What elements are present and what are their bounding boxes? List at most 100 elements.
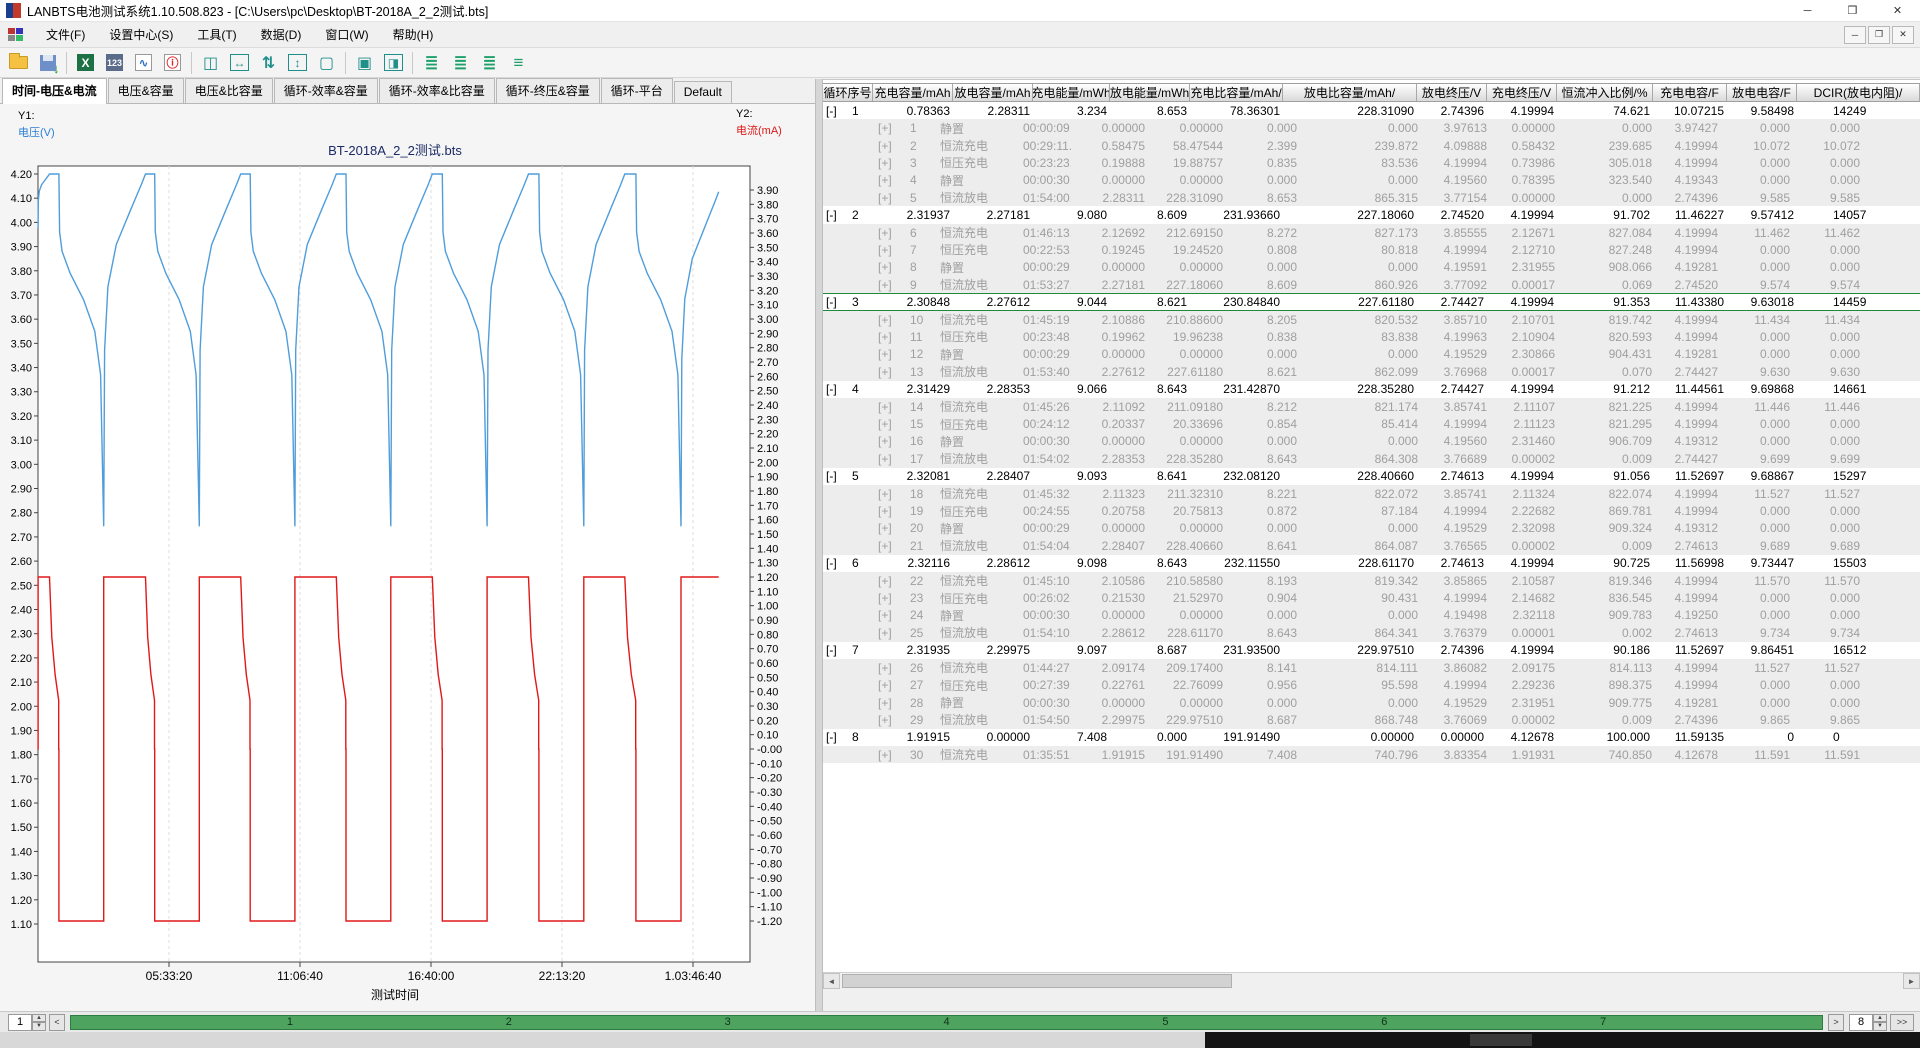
expand-icon[interactable]: [+] (878, 434, 908, 448)
cycle-row-1[interactable]: [-]10.783632.283113.2348.65378.36301228.… (823, 102, 1920, 119)
scale-y-icon[interactable]: ⇅ (255, 50, 282, 75)
split-vertical-icon[interactable]: ▣ (351, 50, 378, 75)
menu-item-3[interactable]: 数据(D) (249, 22, 314, 47)
column-header-12[interactable]: DCIR(放电内阻)/ (1797, 84, 1920, 101)
calculator-icon[interactable]: 123 (101, 50, 128, 75)
step-row-28[interactable]: [+]28静置00:00:30.30.000000.000000.0000.00… (823, 694, 1920, 711)
cycle-range-track[interactable]: 1234567 (70, 1015, 1823, 1030)
scroll-right-icon[interactable]: ► (1903, 973, 1920, 989)
step-row-23[interactable]: [+]23恒压充电00:26:02.40.2153021.529700.9049… (823, 589, 1920, 606)
expand-icon[interactable]: [+] (878, 678, 908, 692)
tab-0[interactable]: 时间-电压&电流 (2, 78, 107, 104)
expand-icon[interactable]: [+] (878, 121, 908, 135)
collapse-icon[interactable]: [-] (826, 730, 852, 744)
step-row-16[interactable]: [+]16静置00:00:30.30.000000.000000.0000.00… (823, 433, 1920, 450)
step-row-25[interactable]: [+]25恒流放电01:54:10.02.28612228.611708.643… (823, 624, 1920, 641)
last-cycle-spinner[interactable]: 8 ▲▼ (1849, 1014, 1887, 1031)
report-icon[interactable]: ⓘ (159, 50, 186, 75)
next-cycle-button[interactable]: > (1828, 1014, 1844, 1031)
step-row-30[interactable]: [+]30恒流充电01:35:51.71.91915191.914907.408… (823, 746, 1920, 763)
menu-item-5[interactable]: 帮助(H) (381, 22, 446, 47)
expand-icon[interactable]: [+] (878, 608, 908, 622)
step-row-5[interactable]: [+]5恒流放电01:54:00.42.28311228.310908.6538… (823, 189, 1920, 206)
close-button[interactable]: ✕ (1875, 0, 1920, 22)
expand-icon[interactable]: [+] (878, 661, 908, 675)
pane-splitter[interactable] (815, 79, 823, 1011)
spin-up-icon[interactable]: ▲ (1873, 1014, 1887, 1023)
step-row-14[interactable]: [+]14恒流充电01:45:26.02.11092211.091808.212… (823, 398, 1920, 415)
spin-down-icon[interactable]: ▼ (32, 1022, 46, 1031)
step-row-13[interactable]: [+]13恒流放电01:53:40.62.27612227.611808.621… (823, 363, 1920, 380)
menu-item-1[interactable]: 设置中心(S) (97, 22, 185, 47)
column-header-11[interactable]: 放电电容/F (1727, 84, 1797, 101)
tab-1[interactable]: 电压&容量 (108, 78, 184, 103)
collapse-icon[interactable]: [-] (826, 643, 852, 657)
expand-icon[interactable]: [+] (878, 173, 908, 187)
expand-icon[interactable]: [+] (878, 365, 908, 379)
step-row-15[interactable]: [+]15恒压充电00:24:12.20.2033720.336960.8548… (823, 415, 1920, 432)
step-row-11[interactable]: [+]11恒压充电00:23:48.70.1996219.962380.8388… (823, 328, 1920, 345)
cycle-row-4[interactable]: [-]42.314292.283539.0668.643231.42870228… (823, 381, 1920, 398)
tab-3[interactable]: 循环-效率&容量 (274, 78, 378, 103)
chart-plot[interactable]: 05:33:2011:06:4016:40:0022:13:201.03:46:… (0, 104, 815, 984)
grid-rows-icon[interactable]: ≡ (505, 50, 532, 75)
column-header-6[interactable]: 放电比容量/mAh/ (1283, 84, 1417, 101)
step-row-1[interactable]: [+]1静置00:00:09.90.000000.000000.0000.000… (823, 119, 1920, 136)
column-header-4[interactable]: 放电能量/mWh (1110, 84, 1190, 101)
mdi-restore-button[interactable]: ❒ (1868, 26, 1890, 44)
scrollbar-thumb[interactable] (842, 974, 1232, 988)
spin-up-icon[interactable]: ▲ (32, 1014, 46, 1023)
expand-icon[interactable]: [+] (878, 191, 908, 205)
grid-medium-icon[interactable]: ≣ (447, 50, 474, 75)
menu-item-4[interactable]: 窗口(W) (313, 22, 380, 47)
collapse-icon[interactable]: [-] (826, 104, 852, 118)
cycle-row-8[interactable]: [-]81.919150.000007.4080.000191.914900.0… (823, 729, 1920, 746)
step-row-2[interactable]: [+]2恒流充电00:29:11.90.5847558.475442.39923… (823, 137, 1920, 154)
step-row-20[interactable]: [+]20静置00:00:29.80.000000.000000.0000.00… (823, 520, 1920, 537)
open-file-icon[interactable] (5, 50, 32, 75)
column-header-5[interactable]: 充电比容量/mAh/ (1190, 84, 1283, 101)
expand-icon[interactable]: [+] (878, 574, 908, 588)
zoom-region-icon[interactable]: ▢ (313, 50, 340, 75)
step-row-18[interactable]: [+]18恒流充电01:45:32.62.11323211.323108.221… (823, 485, 1920, 502)
cycle-row-2[interactable]: [-]22.319372.271819.0808.609231.93660227… (823, 206, 1920, 223)
expand-icon[interactable]: [+] (878, 278, 908, 292)
tab-5[interactable]: 循环-终压&容量 (496, 78, 600, 103)
menu-item-2[interactable]: 工具(T) (185, 22, 248, 47)
expand-icon[interactable]: [+] (878, 313, 908, 327)
step-row-7[interactable]: [+]7恒压充电00:22:53.70.1924519.245200.80880… (823, 241, 1920, 258)
step-row-9[interactable]: [+]9恒流放电01:53:27.62.27181227.180608.6098… (823, 276, 1920, 293)
collapse-icon[interactable]: [-] (826, 208, 852, 222)
step-row-4[interactable]: [+]4静置00:00:30.30.000000.000000.0000.000… (823, 172, 1920, 189)
fit-vertical-icon[interactable]: ↕ (284, 50, 311, 75)
step-row-10[interactable]: [+]10恒流充电01:45:19.22.10886210.886008.205… (823, 311, 1920, 328)
tab-2[interactable]: 电压&比容量 (185, 78, 273, 103)
cycle-row-5[interactable]: [-]52.320812.284079.0938.641232.08120228… (823, 468, 1920, 485)
step-row-12[interactable]: [+]12静置00:00:29.80.000000.000000.0000.00… (823, 346, 1920, 363)
expand-icon[interactable]: [+] (878, 591, 908, 605)
expand-icon[interactable]: [+] (878, 226, 908, 240)
expand-icon[interactable]: [+] (878, 243, 908, 257)
spin-down-icon[interactable]: ▼ (1873, 1022, 1887, 1031)
collapse-icon[interactable]: [-] (826, 556, 852, 570)
excel-export-icon[interactable]: X (72, 50, 99, 75)
expand-icon[interactable]: [+] (878, 521, 908, 535)
cycle-row-7[interactable]: [-]72.319352.299759.0978.687231.93500229… (823, 642, 1920, 659)
collapse-icon[interactable]: [-] (826, 469, 852, 483)
expand-icon[interactable]: [+] (878, 400, 908, 414)
column-header-1[interactable]: 充电容量/mAh (873, 84, 953, 101)
collapse-icon[interactable]: [-] (826, 382, 852, 396)
column-header-3[interactable]: 充电能量/mWh (1033, 84, 1110, 101)
tab-7[interactable]: Default (674, 81, 732, 103)
table-horizontal-scrollbar[interactable]: ◄ ► (823, 972, 1920, 989)
expand-icon[interactable]: [+] (878, 139, 908, 153)
column-header-8[interactable]: 充电终压/V (1487, 84, 1557, 101)
expand-icon[interactable]: [+] (878, 260, 908, 274)
maximize-button[interactable]: ❒ (1830, 0, 1875, 22)
expand-icon[interactable]: [+] (878, 539, 908, 553)
fit-horizontal-icon[interactable]: ◫ (197, 50, 224, 75)
expand-icon[interactable]: [+] (878, 748, 908, 762)
step-row-8[interactable]: [+]8静置00:00:29.90.000000.000000.0000.000… (823, 259, 1920, 276)
expand-icon[interactable]: [+] (878, 417, 908, 431)
mdi-minimize-button[interactable]: ─ (1844, 26, 1866, 44)
